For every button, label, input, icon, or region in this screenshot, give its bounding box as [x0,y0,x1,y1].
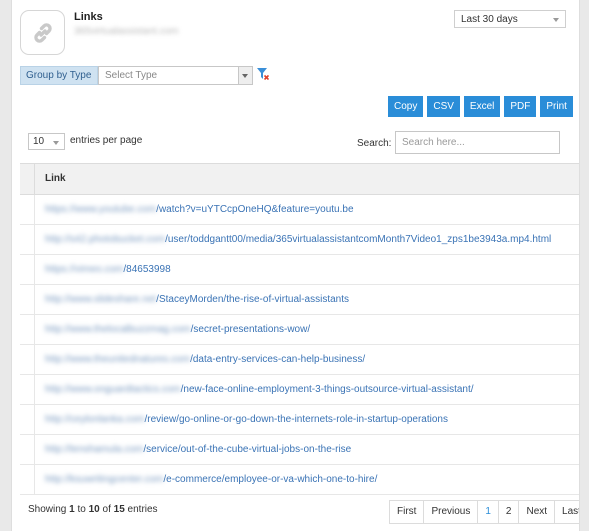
export-buttons: Copy CSV Excel PDF Print [388,96,573,117]
table-row: http://www.slideshare.net/StaceyMorden/t… [20,285,579,315]
page-first-button[interactable]: First [390,501,424,523]
link-cell[interactable]: http://www.onguardtactics.com/new-face-o… [35,375,474,404]
row-select-cell[interactable] [20,435,35,464]
link-path[interactable]: /service/out-of-the-cube-virtual-jobs-on… [143,444,351,455]
pagination: First Previous 1 2 Next Last [389,500,579,524]
entries-length-select[interactable]: 10 [28,133,65,150]
search-label: Search: [357,138,392,149]
row-select-cell[interactable] [20,195,35,224]
row-select-cell[interactable] [20,345,35,374]
row-select-cell[interactable] [20,375,35,404]
excel-button[interactable]: Excel [463,96,501,117]
table-row: http://s42.photobucket.com/user/toddgant… [20,225,579,255]
chevron-down-icon [53,141,59,145]
page-1-button[interactable]: 1 [477,501,498,523]
copy-button[interactable]: Copy [388,96,424,117]
link-domain[interactable]: https://www.youtube.com [45,204,156,215]
info-prefix: Showing [28,504,70,515]
link-domain[interactable]: http://s42.photobucket.com [45,234,165,245]
page-title: Links [74,11,103,23]
row-select-cell[interactable] [20,225,35,254]
table-row: http://www.theunitednatures.com/data-ent… [20,345,579,375]
link-cell[interactable]: http://www.thelocalbuzzmag.com/secret-pr… [35,315,310,344]
page-previous-button[interactable]: Previous [423,501,478,523]
link-path[interactable]: /watch?v=uYTCcpOneHQ&feature=youtu.be [156,204,353,215]
entries-length-value: 10 [33,136,45,147]
link-domain[interactable]: http://www.onguardtactics.com [45,384,181,395]
csv-button[interactable]: CSV [427,96,460,117]
table-row: http://ceylonlanka.com/review/go-online-… [20,405,579,435]
site-url: 365virtualassistant.com [74,26,179,37]
link-domain[interactable]: http://www.thelocalbuzzmag.com [45,324,191,335]
link-domain[interactable]: http://tenshamula.com [45,444,143,455]
type-select-placeholder: Select Type [105,70,158,81]
link-domain[interactable]: http://ksuwritingcenter.com [45,474,163,485]
filter-clear-icon[interactable] [257,68,269,80]
select-column-header[interactable] [20,164,35,194]
info-entries-text: entries [124,504,158,515]
date-range-select[interactable]: Last 30 days [454,10,566,28]
date-range-value: Last 30 days [461,14,518,25]
link-domain[interactable]: http://www.theunitednatures.com [45,354,190,365]
link-domain[interactable]: http://www.slideshare.net [45,294,156,305]
table-body: https://www.youtube.com/watch?v=uYTCcpOn… [20,195,579,495]
info-to-text: to [74,504,89,515]
table-row: https://vimeo.com/84653998 [20,255,579,285]
row-select-cell[interactable] [20,255,35,284]
link-cell[interactable]: http://www.theunitednatures.com/data-ent… [35,345,365,374]
page-next-button[interactable]: Next [518,501,555,523]
link-cell[interactable]: http://ksuwritingcenter.com/e-commerce/e… [35,465,377,494]
link-cell[interactable]: http://s42.photobucket.com/user/toddgant… [35,225,551,254]
table-row: http://www.onguardtactics.com/new-face-o… [20,375,579,405]
group-by-type-label: Group by Type [20,66,98,85]
info-to: 10 [88,504,100,515]
table-info: Showing 1 to 10 of 15 entries [28,504,158,515]
link-cell[interactable]: https://vimeo.com/84653998 [35,255,171,284]
link-cell[interactable]: http://ceylonlanka.com/review/go-online-… [35,405,448,434]
link-path[interactable]: /review/go-online-or-go-down-the-interne… [145,414,448,425]
print-button[interactable]: Print [540,96,573,117]
table-row: http://tenshamula.com/service/out-of-the… [20,435,579,465]
link-domain[interactable]: http://ceylonlanka.com [45,414,145,425]
type-select[interactable]: Select Type [98,66,253,85]
chevron-down-icon [553,18,559,22]
link-icon [33,22,52,43]
link-cell[interactable]: http://tenshamula.com/service/out-of-the… [35,435,351,464]
link-logo [20,10,65,55]
row-select-cell[interactable] [20,315,35,344]
row-select-cell[interactable] [20,405,35,434]
search-input[interactable] [395,131,560,154]
row-select-cell[interactable] [20,285,35,314]
link-cell[interactable]: https://www.youtube.com/watch?v=uYTCcpOn… [35,195,354,224]
info-of-text: of [99,504,114,515]
link-path[interactable]: /e-commerce/employee-or-va-which-one-to-… [163,474,377,485]
link-cell[interactable]: http://www.slideshare.net/StaceyMorden/t… [35,285,349,314]
entries-per-page-label: entries per page [70,135,143,146]
page-2-button[interactable]: 2 [497,501,519,523]
link-path[interactable]: /data-entry-services-can-help-business/ [190,354,365,365]
link-path[interactable]: /secret-presentations-wow/ [191,324,311,335]
link-path[interactable]: /StaceyMorden/the-rise-of-virtual-assist… [156,294,349,305]
links-table: Link https://www.youtube.com/watch?v=uYT… [20,163,579,495]
link-column-header[interactable]: Link [35,164,66,194]
table-row: https://www.youtube.com/watch?v=uYTCcpOn… [20,195,579,225]
links-panel: Links 365virtualassistant.com Last 30 da… [11,0,580,531]
link-domain[interactable]: https://vimeo.com [45,264,123,275]
table-row: http://www.thelocalbuzzmag.com/secret-pr… [20,315,579,345]
pdf-button[interactable]: PDF [504,96,537,117]
link-path[interactable]: /new-face-online-employment-3-things-out… [181,384,474,395]
table-header: Link [20,164,579,195]
dropdown-arrow-icon[interactable] [238,67,252,84]
link-path[interactable]: /84653998 [123,264,170,275]
info-total: 15 [113,504,125,515]
row-select-cell[interactable] [20,465,35,494]
table-row: http://ksuwritingcenter.com/e-commerce/e… [20,465,579,495]
page-last-button[interactable]: Last [554,501,579,523]
link-path[interactable]: /user/toddgantt00/media/365virtualassist… [165,234,551,245]
